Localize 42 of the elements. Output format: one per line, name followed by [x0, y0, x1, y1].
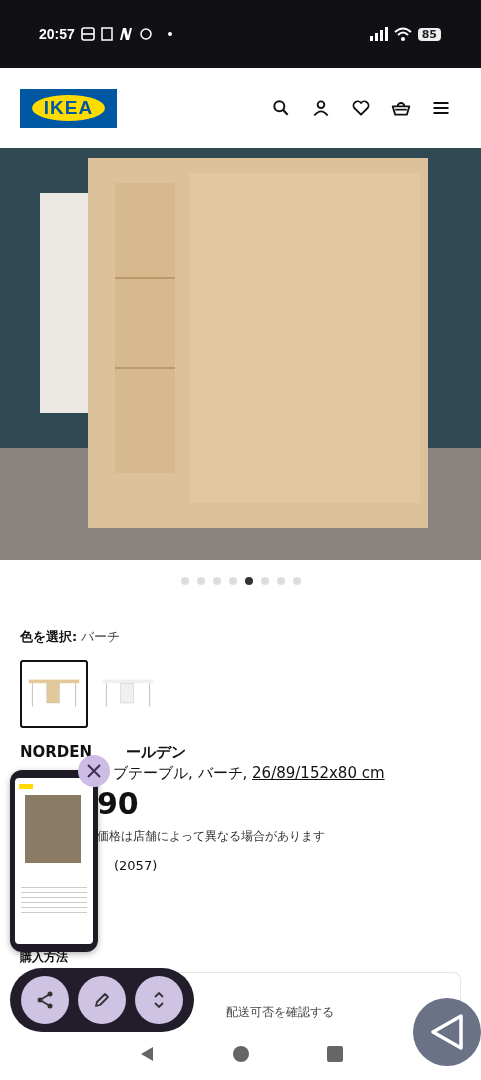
product-name: NORDEN [20, 742, 93, 762]
recents-icon[interactable] [326, 1046, 343, 1062]
delivery-option-text: 配送可否を確認する [226, 1004, 334, 1021]
product-price: 90 [96, 785, 140, 823]
carousel-dot[interactable] [260, 577, 269, 585]
search-icon[interactable] [271, 98, 291, 118]
share-button[interactable] [20, 976, 69, 1024]
home-icon[interactable] [232, 1045, 251, 1063]
product-description: ブテーブル, バーチ, [113, 764, 249, 782]
heart-icon[interactable] [351, 98, 371, 118]
copy-icon [100, 27, 113, 41]
n-letter-icon [118, 27, 133, 41]
battery-indicator: 85 [417, 27, 441, 41]
review-count[interactable]: (2057) [114, 858, 158, 873]
carousel-dot[interactable] [244, 577, 253, 585]
close-button[interactable] [78, 755, 110, 787]
size-link[interactable]: 26/89/152x80 cm [252, 764, 385, 782]
logo-text: IKEA [31, 95, 106, 121]
sim-card-icon [80, 27, 95, 41]
wifi-icon [393, 27, 412, 41]
person-icon[interactable] [311, 98, 331, 118]
color-value: バーチ [81, 628, 121, 646]
carousel-dot[interactable] [180, 577, 189, 585]
carousel-dot[interactable] [292, 577, 301, 585]
color-swatch[interactable] [20, 660, 88, 728]
price-note: 価格は店舗によって異なる場合があります [96, 828, 326, 845]
carousel-dot[interactable] [212, 577, 221, 585]
product-name: ールデン [126, 742, 187, 762]
close-icon [86, 763, 102, 779]
carousel-dot[interactable] [276, 577, 285, 585]
carousel-dot[interactable] [196, 577, 205, 585]
pencil-icon [92, 990, 112, 1010]
notification-dot-icon [166, 31, 173, 37]
expand-button[interactable] [135, 976, 184, 1024]
logo[interactable]: IKEA [20, 88, 117, 128]
edit-button[interactable] [78, 976, 126, 1024]
purchase-heading: 購入方法 [20, 951, 68, 964]
carousel-dot[interactable] [228, 577, 237, 585]
screenshot-thumbnail[interactable] [10, 770, 98, 952]
color-label: 色を選択: [20, 628, 78, 646]
signal-icon [369, 27, 388, 41]
status-time: 20:57 [39, 26, 75, 42]
